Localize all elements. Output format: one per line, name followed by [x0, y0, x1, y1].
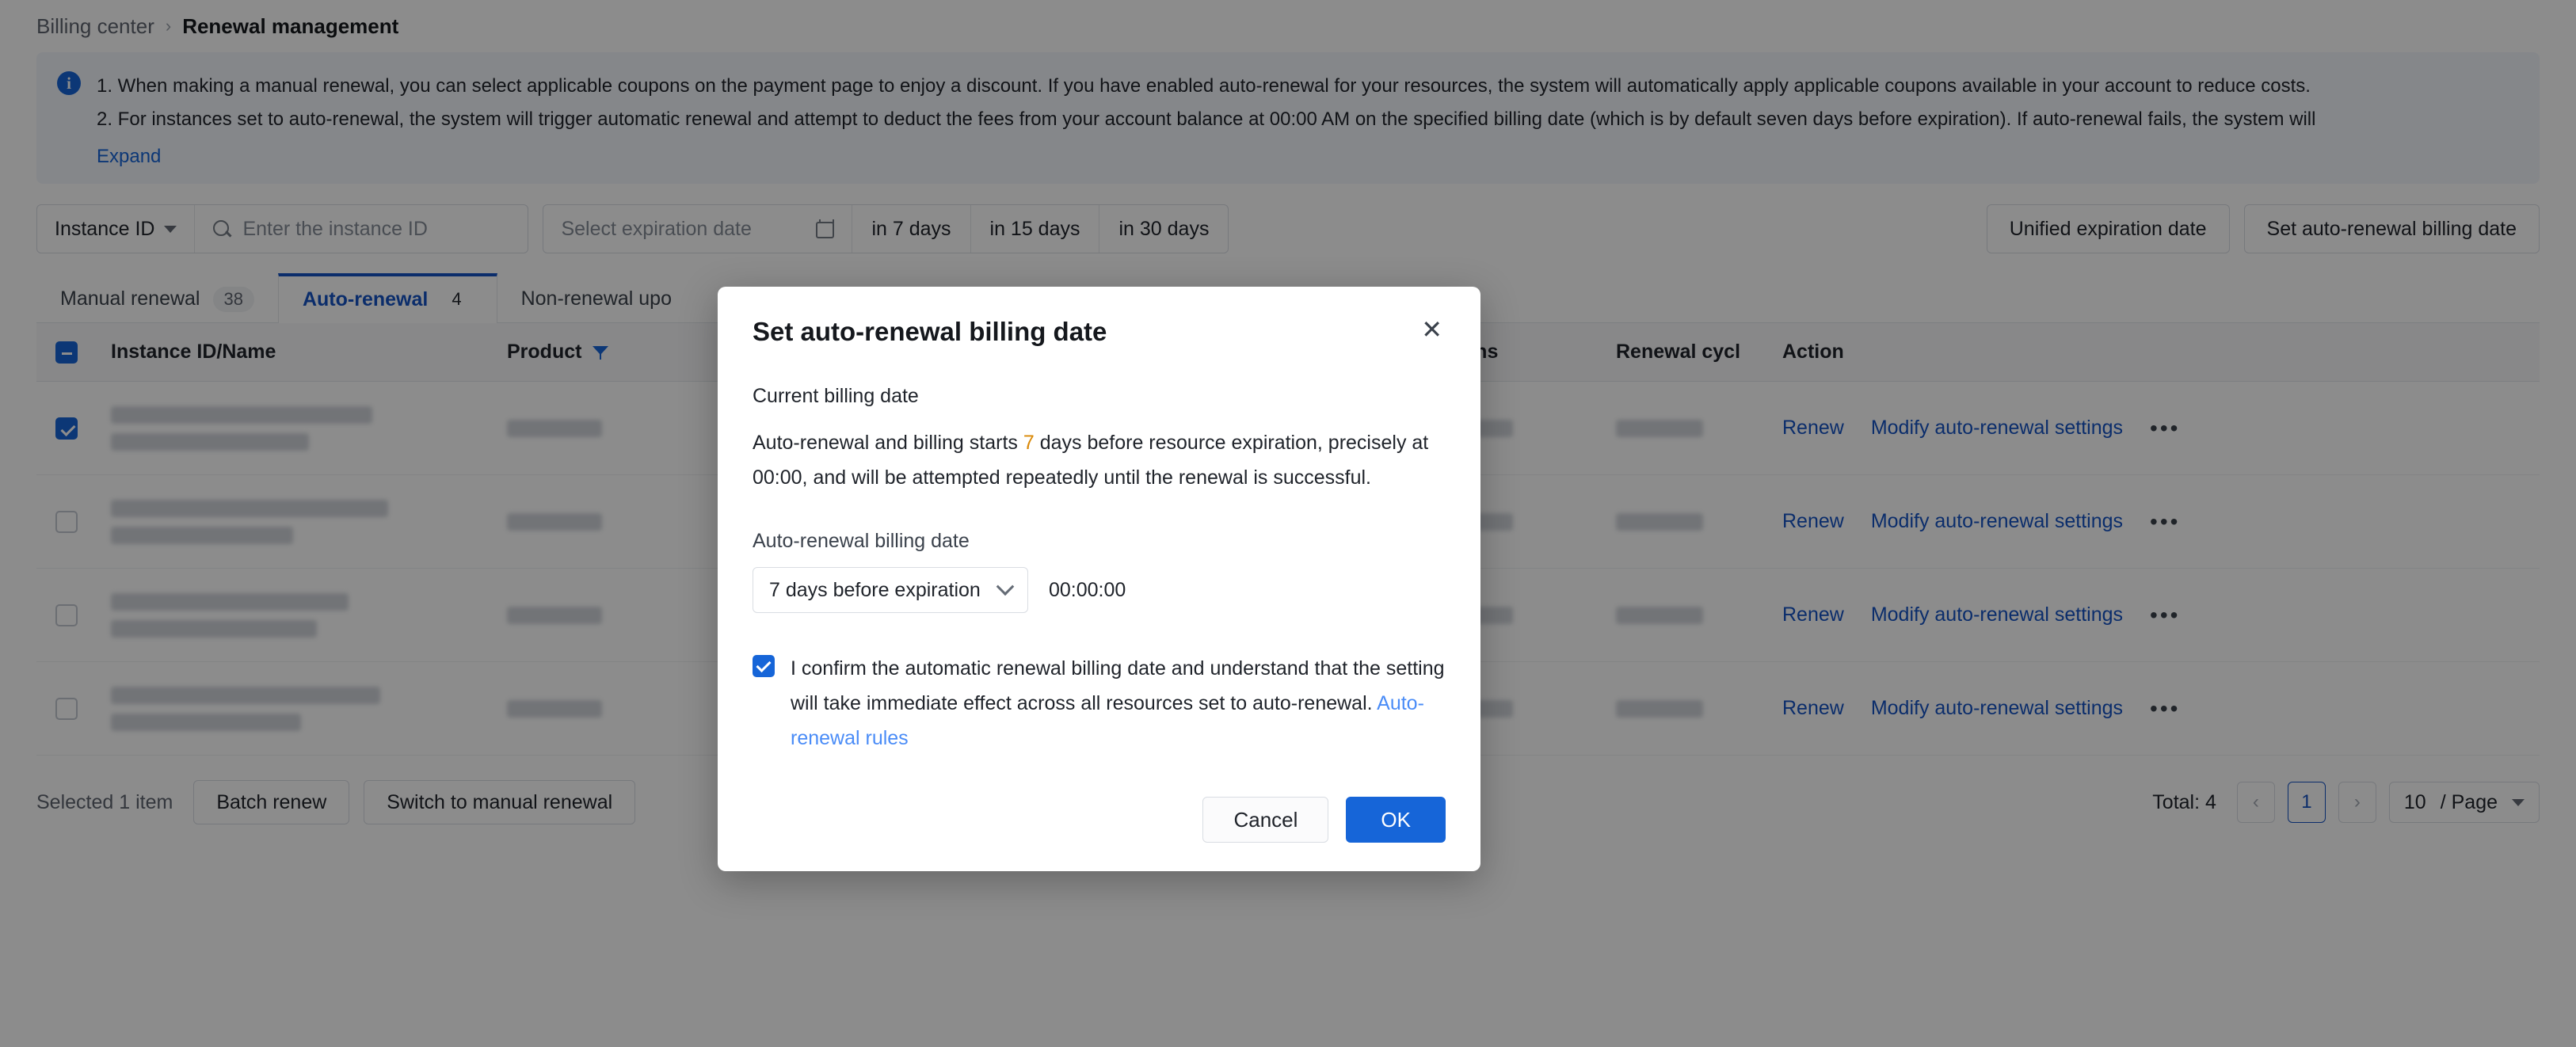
description-days-value: 7 — [1023, 432, 1035, 454]
ok-button[interactable]: OK — [1346, 797, 1446, 843]
chevron-down-icon — [996, 577, 1015, 596]
set-auto-renewal-billing-date-dialog: Set auto-renewal billing date ✕ Current … — [718, 287, 1480, 871]
close-icon[interactable]: ✕ — [1418, 317, 1446, 342]
confirm-checkbox[interactable] — [753, 655, 775, 677]
dialog-header: Set auto-renewal billing date ✕ — [753, 317, 1446, 347]
auto-renewal-billing-date-label: Auto-renewal billing date — [753, 530, 970, 552]
dialog-title: Set auto-renewal billing date — [753, 317, 1107, 346]
confirmation-row: I confirm the automatic renewal billing … — [753, 651, 1446, 756]
current-billing-date-label: Current billing date — [753, 385, 919, 407]
auto-renewal-billing-date-row: 7 days before expiration 00:00:00 — [753, 567, 1446, 613]
confirm-text: I confirm the automatic renewal billing … — [791, 651, 1446, 756]
billing-time-value: 00:00:00 — [1049, 578, 1126, 601]
billing-date-select[interactable]: 7 days before expiration — [753, 567, 1028, 613]
confirm-text-body: I confirm the automatic renewal billing … — [791, 657, 1445, 714]
billing-date-select-value: 7 days before expiration — [769, 578, 981, 601]
current-billing-date-description: Auto-renewal and billing starts 7 days b… — [753, 425, 1446, 495]
cancel-button[interactable]: Cancel — [1202, 797, 1329, 843]
dialog-footer: Cancel OK — [753, 797, 1446, 843]
description-prefix: Auto-renewal and billing starts — [753, 432, 1023, 454]
dialog-body: Current billing date Auto-renewal and bi… — [753, 385, 1446, 756]
